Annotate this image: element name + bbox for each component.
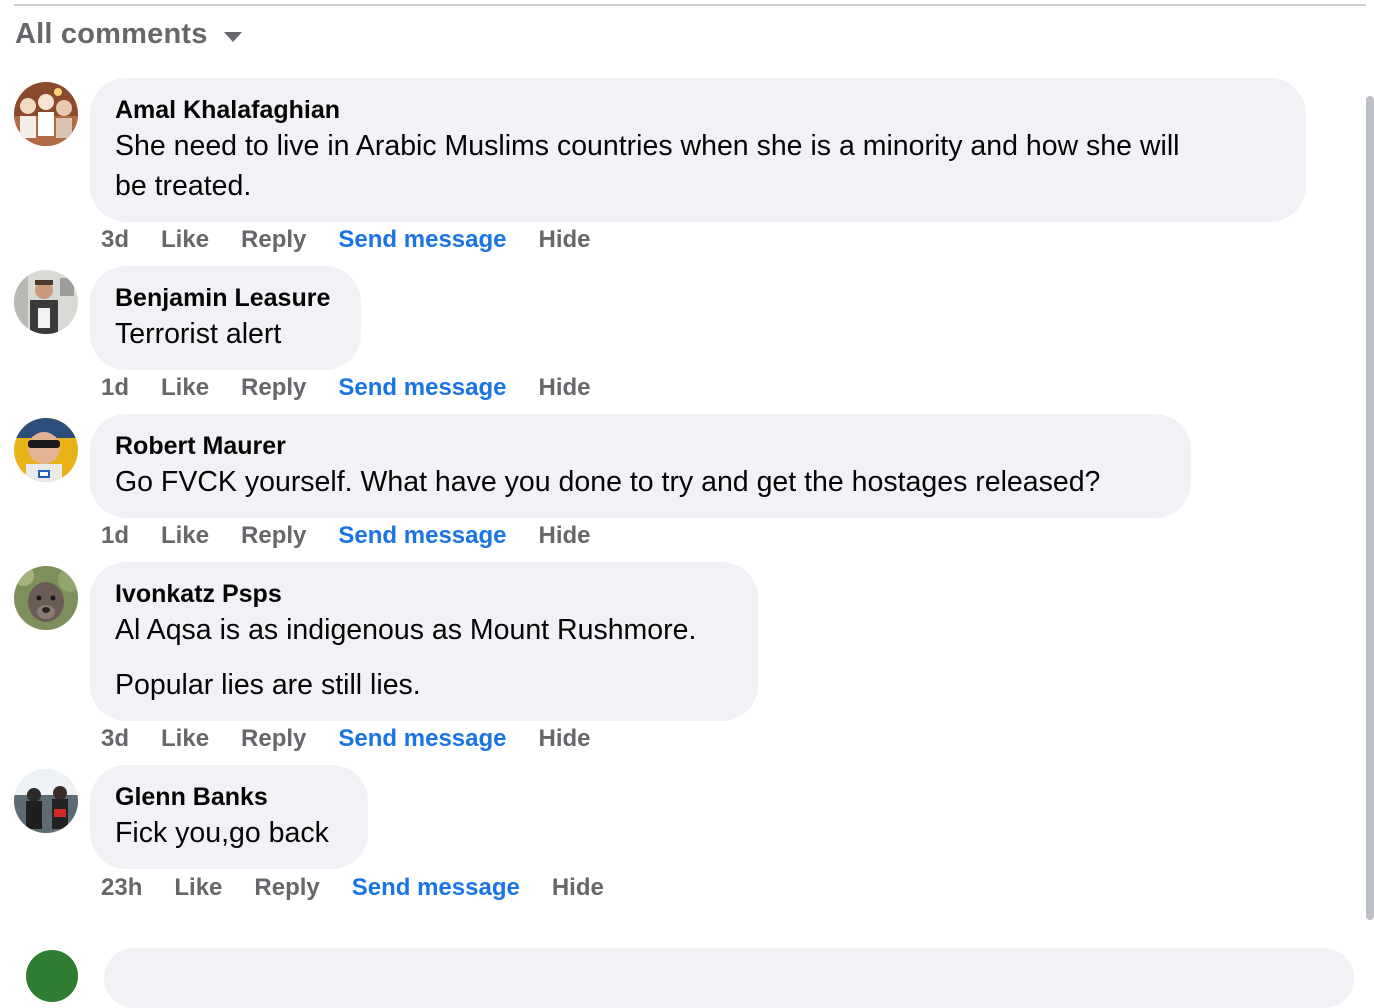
- comment-bubble: Amal Khalafaghian She need to live in Ar…: [90, 78, 1306, 222]
- comment-author[interactable]: Robert Maurer: [115, 430, 1167, 462]
- avatar[interactable]: [26, 950, 78, 1002]
- comment-text: Al Aqsa is as indigenous as Mount Rushmo…: [115, 610, 734, 650]
- send-message-button[interactable]: Send message: [338, 226, 506, 254]
- avatar[interactable]: [14, 769, 78, 833]
- comment-text-line: Fick you,go back: [115, 817, 329, 849]
- like-button[interactable]: Like: [161, 725, 209, 753]
- reply-button[interactable]: Reply: [241, 374, 306, 402]
- comment-text-line: Al Aqsa is as indigenous as Mount Rushmo…: [115, 614, 697, 646]
- hide-button[interactable]: Hide: [552, 874, 604, 902]
- send-message-button[interactable]: Send message: [338, 374, 506, 402]
- avatar[interactable]: [14, 566, 78, 630]
- comment-text: Fick you,go back: [115, 813, 344, 853]
- comment-filter-dropdown[interactable]: All comments: [15, 18, 242, 51]
- comment-timestamp[interactable]: 1d: [101, 374, 129, 402]
- reply-button[interactable]: Reply: [254, 874, 319, 902]
- comment-bubble: Robert Maurer Go FVCK yourself. What hav…: [90, 414, 1191, 518]
- hide-button[interactable]: Hide: [539, 522, 591, 550]
- like-button[interactable]: Like: [161, 374, 209, 402]
- caret-down-icon: [223, 31, 242, 42]
- comment-actions: 3d Like Reply Send message Hide: [101, 725, 623, 753]
- scrollbar[interactable]: [1366, 96, 1374, 920]
- hide-button[interactable]: Hide: [539, 374, 591, 402]
- comment-timestamp[interactable]: 3d: [101, 725, 129, 753]
- comment-text-line: Popular lies are still lies.: [115, 669, 421, 701]
- comment-timestamp[interactable]: 1d: [101, 522, 129, 550]
- comment-author[interactable]: Ivonkatz Psps: [115, 578, 734, 610]
- send-message-button[interactable]: Send message: [352, 874, 520, 902]
- comment-author[interactable]: Amal Khalafaghian: [115, 94, 1282, 126]
- like-button[interactable]: Like: [161, 522, 209, 550]
- comment-text: Terrorist alert: [115, 314, 337, 354]
- comment-text-line: Terrorist alert: [115, 318, 282, 350]
- comment-actions: 23h Like Reply Send message Hide: [101, 874, 636, 902]
- avatar[interactable]: [14, 270, 78, 334]
- send-message-button[interactable]: Send message: [338, 522, 506, 550]
- hide-button[interactable]: Hide: [539, 725, 591, 753]
- comment-bubble: Ivonkatz Psps Al Aqsa is as indigenous a…: [90, 562, 758, 721]
- comment-text-line: be treated.: [115, 170, 252, 202]
- comment-text: Go FVCK yourself. What have you done to …: [115, 462, 1167, 502]
- like-button[interactable]: Like: [174, 874, 222, 902]
- avatar[interactable]: [14, 418, 78, 482]
- comment-bubble: Glenn Banks Fick you,go back: [90, 765, 368, 869]
- comment-text-line: Go FVCK yourself. What have you done to …: [115, 466, 1101, 498]
- hide-button[interactable]: Hide: [539, 226, 591, 254]
- like-button[interactable]: Like: [161, 226, 209, 254]
- reply-button[interactable]: Reply: [241, 522, 306, 550]
- top-divider: [14, 4, 1366, 6]
- avatar[interactable]: [14, 82, 78, 146]
- comment-bubble: Benjamin Leasure Terrorist alert: [90, 266, 361, 370]
- comment-bubble: [104, 948, 1354, 1008]
- comment-timestamp[interactable]: 23h: [101, 874, 142, 902]
- comment-actions: 1d Like Reply Send message Hide: [101, 522, 623, 550]
- reply-button[interactable]: Reply: [241, 226, 306, 254]
- comment-actions: 1d Like Reply Send message Hide: [101, 374, 623, 402]
- send-message-button[interactable]: Send message: [338, 725, 506, 753]
- comment-text-line: She need to live in Arabic Muslims count…: [115, 130, 1180, 162]
- comment-author[interactable]: Glenn Banks: [115, 781, 344, 813]
- comment-filter-label: All comments: [15, 18, 208, 50]
- reply-button[interactable]: Reply: [241, 725, 306, 753]
- comment-actions: 3d Like Reply Send message Hide: [101, 226, 623, 254]
- comment-text: Popular lies are still lies.: [115, 665, 734, 705]
- comment-author[interactable]: Benjamin Leasure: [115, 282, 337, 314]
- comment-text: She need to live in Arabic Muslims count…: [115, 126, 1282, 206]
- comment-timestamp[interactable]: 3d: [101, 226, 129, 254]
